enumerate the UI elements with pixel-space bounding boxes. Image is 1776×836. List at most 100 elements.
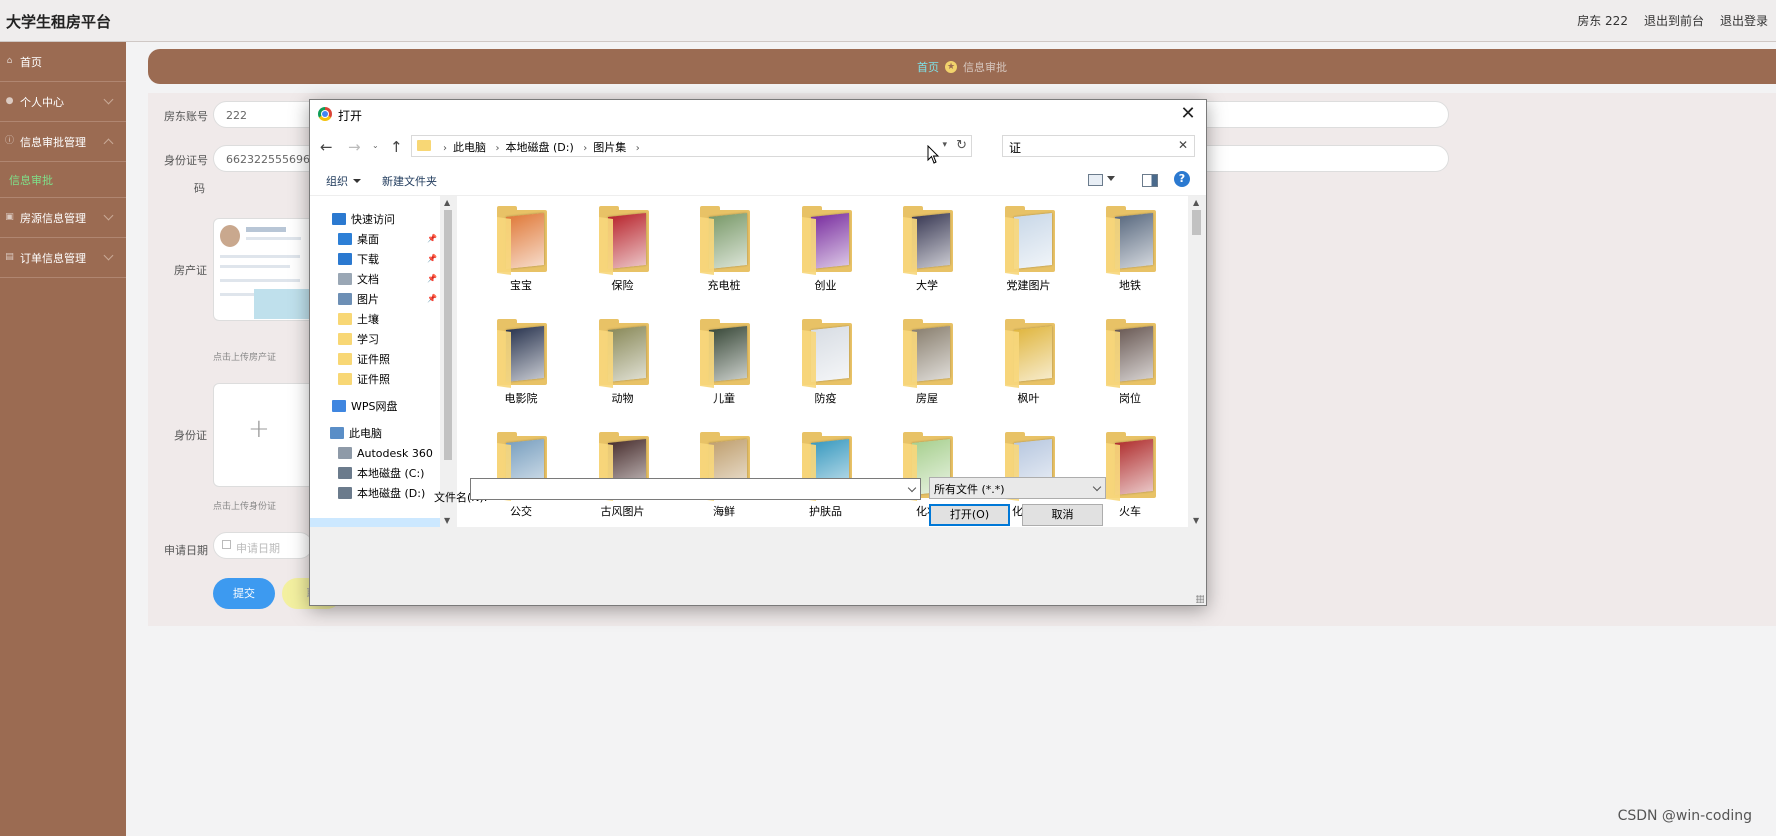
deed-upload-preview[interactable] [213, 218, 315, 321]
chevron-down-icon [103, 94, 114, 105]
address-bar[interactable]: › 此电脑 › 本地磁盘 (D:) › 图片集 › ▾ ↻ [411, 135, 972, 157]
folder-front [801, 217, 816, 275]
chevron-down-icon[interactable]: ▾ [942, 140, 947, 150]
sidebar-item-label: 首页 [20, 55, 42, 69]
folder-tile[interactable]: 充电桩 [680, 196, 768, 296]
open-button[interactable]: 打开(O) [929, 504, 1010, 526]
idcard-upload[interactable]: + [213, 383, 315, 487]
chevron-down-icon[interactable] [907, 483, 917, 493]
folder-thumbnail [810, 326, 849, 382]
folder-tile[interactable]: 宝宝 [477, 196, 565, 296]
folder-tile[interactable]: 创业 [782, 196, 870, 296]
idnum-label-wrap: 码 [194, 182, 205, 195]
folder-icon [417, 140, 431, 151]
idcard-upload-hint: 点击上传身份证 [213, 502, 277, 512]
folder-tile[interactable]: 儿童 [680, 309, 768, 409]
recent-dropdown-icon[interactable]: ⌄ [372, 141, 379, 150]
cancel-button[interactable]: 取消 [1022, 504, 1103, 526]
nav-pane-item[interactable]: 学习 [338, 329, 379, 349]
refresh-icon[interactable]: ↻ [956, 138, 967, 153]
folder-tile[interactable]: 党建图片 [985, 196, 1073, 296]
sidebar-item-home[interactable]: ⌂ 首页 [0, 42, 126, 82]
nav-pane-item[interactable]: 证件照 [338, 349, 390, 369]
close-icon[interactable]: ✕ [1178, 103, 1198, 124]
folder-tile[interactable]: 岗位 [1086, 309, 1174, 409]
folder-tile[interactable]: 海鲜 [680, 422, 768, 522]
organize-menu[interactable]: 组织 [326, 173, 361, 189]
resize-grip[interactable] [1196, 595, 1204, 603]
folder-icon [338, 373, 352, 385]
breadcrumb-current: 信息审批 [963, 60, 1007, 74]
folder-name: 创业 [814, 279, 837, 292]
folder-tile[interactable]: 房屋 [883, 309, 971, 409]
document-line [220, 255, 300, 258]
scroll-up-icon[interactable]: ▲ [444, 198, 450, 207]
folder-tile[interactable]: 电影院 [477, 309, 565, 409]
sidebar-subitem-approval[interactable]: 信息审批 [0, 162, 126, 198]
nav-pane-item[interactable]: 文档 [338, 269, 379, 289]
back-arrow-icon[interactable]: ← [320, 138, 333, 156]
nav-pane-item[interactable]: 快速访问 [332, 209, 395, 229]
folder-tile[interactable]: 保险 [579, 196, 667, 296]
folder-front [700, 217, 714, 275]
sidebar-item-approval[interactable]: ⓘ 信息审批管理 [0, 122, 126, 162]
sidebar-item-orders[interactable]: ▤ 订单信息管理 [0, 238, 126, 278]
nav-pane-item[interactable]: WPS网盘 [332, 396, 398, 416]
view-dropdown-icon[interactable] [1107, 176, 1115, 185]
nav-pane-item[interactable]: 下载 [338, 249, 379, 269]
nav-pane-item[interactable]: 证件照 [338, 369, 390, 389]
forward-arrow-icon[interactable]: → [348, 138, 361, 156]
nav-pane-item[interactable]: 本地磁盘 (C:) [338, 463, 424, 483]
folder-icon [332, 400, 346, 412]
exit-to-front-link[interactable]: 退出到前台 [1644, 12, 1704, 29]
sidebar-item-personal[interactable]: ● 个人中心 [0, 82, 126, 122]
up-arrow-icon[interactable]: ↑ [390, 138, 403, 156]
new-folder-button[interactable]: 新建文件夹 [382, 173, 437, 189]
logout-link[interactable]: 退出登录 [1720, 12, 1768, 29]
scroll-down-icon[interactable]: ▼ [1193, 516, 1199, 525]
breadcrumb-home[interactable]: 首页 [917, 59, 939, 75]
scroll-up-icon[interactable]: ▲ [1193, 198, 1199, 207]
scroll-down-icon[interactable]: ▼ [444, 516, 450, 525]
folder-tile[interactable]: 动物 [579, 309, 667, 409]
folder-thumbnail [810, 213, 849, 269]
folder-tile[interactable]: 地铁 [1086, 196, 1174, 296]
preview-pane-icon[interactable] [1142, 174, 1158, 187]
path-segment[interactable]: 此电脑 [453, 141, 486, 154]
help-icon[interactable]: ? [1174, 171, 1190, 187]
path-segment[interactable]: 图片集 [593, 141, 626, 154]
idnum-label: 身份证号 [164, 154, 208, 167]
folder-thumbnail [709, 213, 747, 269]
dialog-title: 打开 [338, 109, 363, 123]
folder-tile[interactable]: 防疫 [782, 309, 870, 409]
file-scrollbar-thumb[interactable] [1192, 210, 1201, 235]
file-type-select[interactable]: 所有文件 (*.*) [929, 477, 1106, 499]
file-scrollbar[interactable] [1188, 196, 1205, 527]
folder-tile[interactable]: 枫叶 [985, 309, 1073, 409]
nav-pane-item[interactable]: 本地磁盘 (D:) [338, 483, 425, 503]
filename-input[interactable] [470, 478, 921, 500]
submit-button[interactable]: 提交 [213, 578, 275, 609]
address-path: › 此电脑 › 本地磁盘 (D:) › 图片集 › [443, 141, 640, 154]
folder-front [903, 217, 917, 275]
folder-tile[interactable]: 大学 [883, 196, 971, 296]
nav-pane-item[interactable]: 图片 [338, 289, 379, 309]
nav-pane-label: 证件照 [357, 353, 390, 366]
sidebar-item-listings[interactable]: ▣ 房源信息管理 [0, 198, 126, 238]
nav-scrollbar-thumb[interactable] [444, 210, 452, 460]
view-mode-icon[interactable] [1088, 174, 1103, 186]
clear-icon[interactable]: ✕ [1178, 138, 1188, 152]
folder-tile[interactable]: 古风图片 [579, 422, 667, 522]
chevron-down-icon [103, 250, 114, 261]
nav-pane-item[interactable]: 此电脑 [330, 423, 382, 443]
folder-tile[interactable]: 公交 [477, 422, 565, 522]
date-input[interactable]: 申请日期 [213, 532, 313, 559]
path-segment[interactable]: 本地磁盘 (D:) [506, 141, 574, 154]
folder-front [1106, 217, 1120, 275]
search-input[interactable]: 证 ✕ [1002, 135, 1195, 157]
folder-thumbnail [912, 326, 950, 382]
folder-tile[interactable]: 护肤品 [782, 422, 870, 522]
nav-pane-item[interactable]: 土壤 [338, 309, 379, 329]
nav-pane-item[interactable]: Autodesk 360 [338, 443, 433, 463]
nav-pane-item[interactable]: 桌面 [338, 229, 379, 249]
